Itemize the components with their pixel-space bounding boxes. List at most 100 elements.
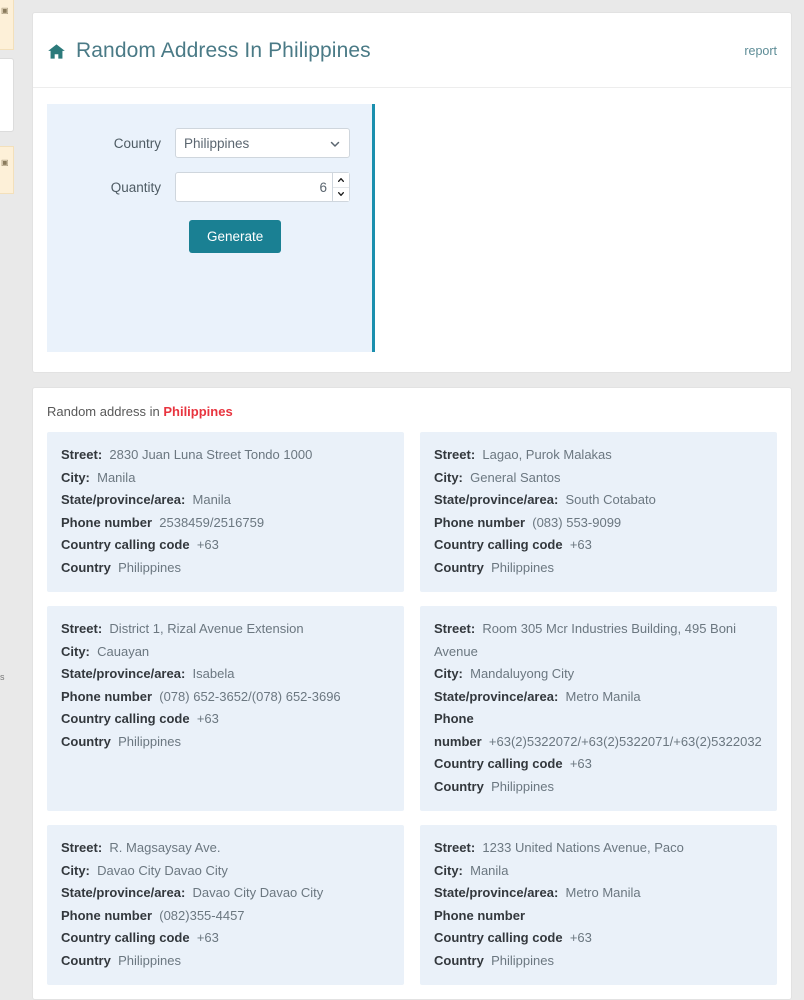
address-field-value: South Cotabato [565, 492, 656, 508]
address-field-value: (078) 652-3652/(078) 652-3696 [159, 688, 341, 704]
page-main-column: Random Address In Philippines report Cou… [20, 0, 804, 1000]
quantity-decrement-button[interactable] [333, 187, 349, 202]
address-cards-grid: Street: 2830 Juan Luna Street Tondo 1000… [47, 432, 777, 986]
address-field-label: State/province/area: [434, 688, 559, 704]
address-field-label: City: [61, 862, 90, 878]
quantity-stepper [175, 172, 350, 203]
quantity-input[interactable] [175, 172, 350, 203]
left-page-gutter: ▣ ▣ s [0, 0, 20, 839]
address-field-city: City: General Santos [434, 467, 763, 490]
address-field-value: Manila [97, 469, 136, 485]
address-field-label: Country calling code [434, 537, 563, 553]
address-field-label: Country calling code [61, 537, 190, 553]
address-field-value: Metro Manila [565, 688, 641, 704]
generator-header: Random Address In Philippines report [33, 13, 791, 89]
address-card: Street: Lagao, Purok Malakas City: Genera… [420, 432, 777, 593]
address-field-state: State/province/area: South Cotabato [434, 489, 763, 512]
address-field-value: Philippines [491, 952, 554, 968]
address-field-country: Country Philippines [61, 731, 390, 754]
address-field-value: Manila [192, 492, 231, 508]
address-field-street: Street: 1233 United Nations Avenue, Paco [434, 837, 763, 860]
address-field-label: Phone number [61, 907, 153, 923]
address-field-label: Street: [61, 447, 103, 463]
address-field-state: State/province/area: Metro Manila [434, 686, 763, 709]
address-field-label: Country [434, 559, 484, 575]
address-field-value: Metro Manila [565, 885, 641, 901]
address-field-label: Country calling code [61, 711, 190, 727]
address-field-label: Country calling code [61, 930, 190, 946]
address-field-value: Philippines [118, 559, 181, 575]
report-link[interactable]: report [744, 44, 777, 58]
address-field-value: Cauayan [97, 643, 150, 659]
address-card: Street: R. Magsaysay Ave. City: Davao Cit… [47, 825, 404, 986]
gutter-glyph-bottom: ▣ [1, 158, 9, 167]
address-field-city: City: Manila [61, 467, 390, 490]
address-field-label: Country calling code [434, 930, 563, 946]
address-field-label: State/province/area: [434, 885, 559, 901]
country-row: Country Philippines [47, 128, 372, 159]
address-field-label: Street: [434, 621, 476, 637]
address-field-label: Phone number [434, 907, 526, 923]
address-field-state: State/province/area: Davao City Davao Ci… [61, 882, 390, 905]
address-field-value: Philippines [491, 778, 554, 794]
address-card: Street: 2830 Juan Luna Street Tondo 1000… [47, 432, 404, 593]
address-field-label: Phone number [434, 711, 482, 749]
page-title: Random Address In Philippines [76, 39, 371, 63]
address-field-value: (083) 553-9099 [532, 514, 622, 530]
generate-row: Generate [47, 220, 372, 254]
address-field-street: Street: District 1, Rizal Avenue Extensi… [61, 618, 390, 641]
gutter-ad-card-bottom [0, 146, 14, 194]
address-field-street: Street: R. Magsaysay Ave. [61, 837, 390, 860]
address-field-value: +63 [569, 930, 592, 946]
address-field-country: Country Philippines [61, 557, 390, 580]
address-field-value: Davao City Davao City [192, 885, 324, 901]
address-field-street: Street: Room 305 Mcr Industries Building… [434, 618, 763, 663]
address-field-label: Country [61, 952, 111, 968]
country-label: Country [113, 135, 161, 151]
address-field-state: State/province/area: Metro Manila [434, 882, 763, 905]
address-field-value: 1233 United Nations Avenue, Paco [482, 840, 684, 856]
address-field-country: Country Philippines [61, 950, 390, 973]
address-field-phone: Phone number (083) 553-9099 [434, 512, 763, 535]
home-icon [47, 42, 66, 61]
address-field-state: State/province/area: Isabela [61, 663, 390, 686]
generator-panel: Random Address In Philippines report Cou… [32, 12, 792, 374]
address-field-calling-code: Country calling code +63 [61, 708, 390, 731]
address-field-value: 2538459/2516759 [159, 514, 265, 530]
address-field-value: General Santos [470, 469, 561, 485]
gutter-input-sliver[interactable] [0, 58, 14, 132]
address-field-value: R. Magsaysay Ave. [109, 840, 221, 856]
address-field-phone: Phone number (082)355-4457 [61, 905, 390, 928]
address-field-value: +63 [196, 930, 219, 946]
address-field-label: Street: [61, 840, 103, 856]
address-field-value: Philippines [491, 559, 554, 575]
address-field-city: City: Manila [434, 860, 763, 883]
address-field-label: City: [61, 469, 90, 485]
generator-form: Country Philippines Quantity 6 Generate [47, 104, 375, 353]
quantity-increment-button[interactable] [333, 173, 349, 188]
address-field-label: State/province/area: [434, 492, 559, 508]
address-field-value: (082)355-4457 [159, 907, 245, 923]
address-field-value: Philippines [118, 952, 181, 968]
address-field-label: State/province/area: [61, 492, 186, 508]
address-field-label: Phone number [61, 514, 153, 530]
generate-button[interactable]: Generate [189, 220, 282, 254]
address-field-country: Country Philippines [434, 776, 763, 799]
address-field-label: City: [61, 643, 90, 659]
address-field-phone: Phone number 2538459/2516759 [61, 512, 390, 535]
country-select[interactable]: Philippines [175, 128, 350, 159]
address-field-value: +63 [569, 756, 592, 772]
address-field-phone: Phone number [434, 905, 763, 928]
address-field-label: City: [434, 666, 463, 682]
address-field-label: Country [61, 733, 111, 749]
address-field-calling-code: Country calling code +63 [434, 534, 763, 557]
generator-body: Country Philippines Quantity 6 Generate [33, 88, 791, 372]
address-field-label: Phone number [61, 688, 153, 704]
quantity-row: Quantity [47, 172, 372, 203]
address-field-state: State/province/area: Manila [61, 489, 390, 512]
address-field-value: Mandaluyong City [470, 666, 575, 682]
address-field-calling-code: Country calling code +63 [61, 534, 390, 557]
results-panel: Random address in Philippines Street: 28… [32, 387, 792, 1000]
address-field-value: Davao City Davao City [97, 862, 228, 878]
address-field-value: Manila [470, 862, 509, 878]
